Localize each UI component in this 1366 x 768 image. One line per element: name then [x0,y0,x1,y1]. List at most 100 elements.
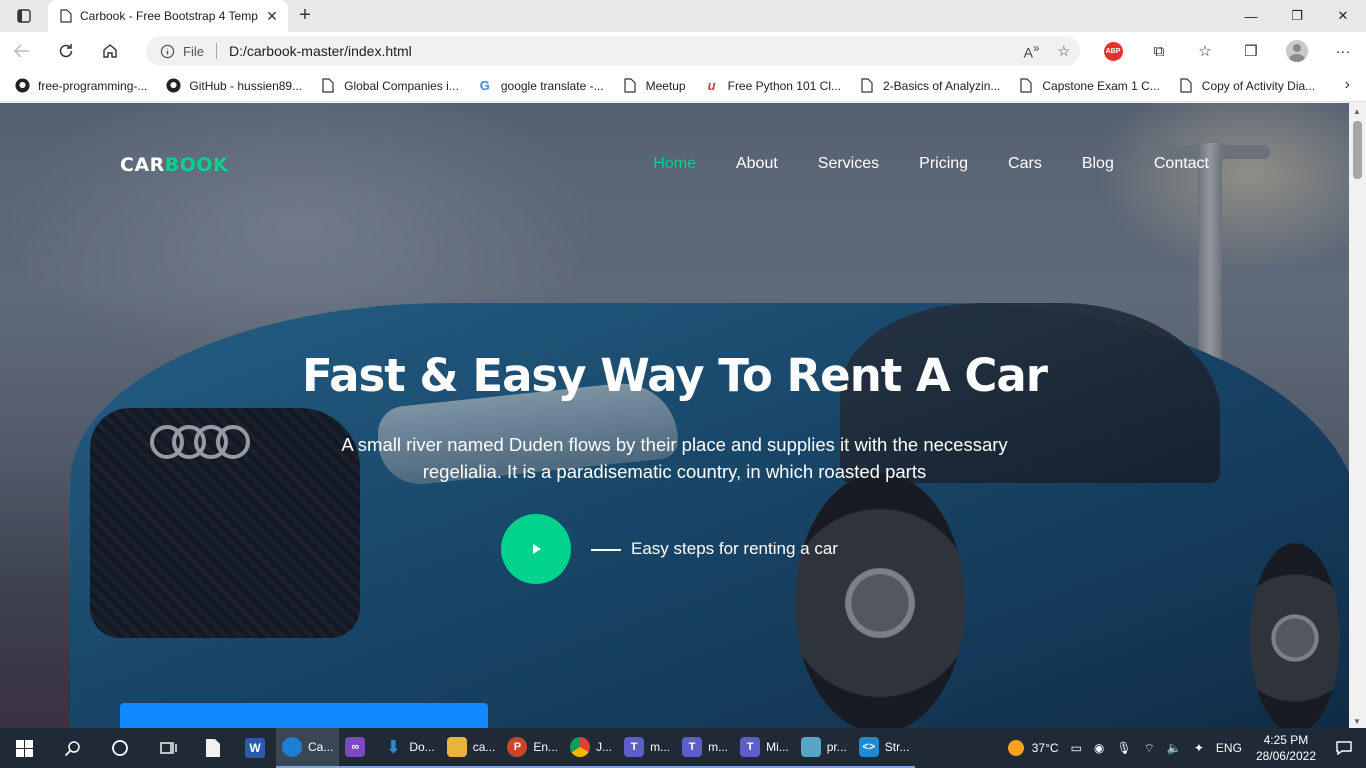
read-aloud-icon[interactable]: A» [1024,42,1040,61]
bookmark-item[interactable]: Global Companies i... [320,78,459,94]
scroll-up-arrow-icon[interactable]: ▲ [1353,107,1361,116]
address-bar[interactable]: File D:/carbook-master/index.html A» ☆ [146,36,1080,66]
add-favorite-icon[interactable]: ☆ [1057,43,1070,60]
steps-label[interactable]: Easy steps for renting a car [631,539,838,559]
bookmark-item[interactable]: GitHub - hussien89... [165,78,302,94]
chrome-tray-icon[interactable]: ◉ [1094,741,1104,755]
system-tray: 37°C ▭ ◉ 🎙 ⌔ 🔈 ✦ ENG 4:25 PM 28/06/2022 [1002,728,1366,768]
taskbar-app-visual-studio[interactable]: ∞ [339,728,378,768]
more-icon: ··· [1335,42,1351,60]
extensions-button[interactable]: ⧉ [1136,32,1182,70]
taskbar-app-label: J... [596,740,613,754]
minimize-button[interactable]: — [1228,0,1274,32]
close-window-button[interactable]: ✕ [1320,0,1366,32]
taskbar-app-label: m... [708,740,729,754]
adblock-button[interactable]: ABP [1090,32,1136,70]
steps-divider [591,549,621,551]
microphone-icon[interactable]: 🎙 [1116,741,1131,755]
taskbar-app-explorer[interactable]: ca... [440,728,502,768]
site-logo[interactable]: CARBOOK [120,154,228,176]
browser-toolbar: File D:/carbook-master/index.html A» ☆ A… [0,32,1366,70]
notepad-icon [800,737,821,757]
search-icon [64,740,80,756]
wifi-icon[interactable]: ⌔ [1144,741,1155,756]
start-button[interactable] [0,728,48,768]
taskbar-app-teams-2[interactable]: T m... [676,728,735,768]
tab-close-button[interactable]: ✕ [264,8,280,25]
taskbar-app-label: m... [650,740,671,754]
network-status-icon[interactable]: ✦ [1194,741,1204,755]
bookmark-item[interactable]: Capstone Exam 1 C... [1018,78,1160,94]
back-button[interactable] [0,32,44,70]
menu-item-blog[interactable]: Blog [1082,155,1114,173]
site-header: CARBOOK Home About Services Pricing Cars… [0,103,1349,227]
back-arrow-icon [14,44,29,58]
weather-widget[interactable]: 37°C [1007,740,1059,756]
word-icon: W [245,738,265,758]
taskbar-app-teams-1[interactable]: T m... [618,728,677,768]
taskbar-app-label: Mi... [766,740,789,754]
logo-part-car: CAR [120,154,165,176]
main-menu: Home About Services Pricing Cars Blog Co… [613,155,1209,173]
settings-menu-button[interactable]: ··· [1320,32,1366,70]
url-text[interactable]: D:/carbook-master/index.html [229,43,412,59]
taskbar-app-powerpoint[interactable]: P En... [501,728,565,768]
play-video-button[interactable] [501,514,571,584]
bookmark-item[interactable]: Meetup [622,78,686,94]
tab-strip: Carbook - Free Bootstrap 4 Temp ✕ + — ❐ … [0,0,1366,32]
menu-item-about[interactable]: About [736,155,778,173]
teams-icon: T [624,737,645,757]
refresh-button[interactable] [44,32,88,70]
collections-button[interactable]: ❒ [1228,32,1274,70]
clock-time: 4:25 PM [1263,733,1309,747]
search-button[interactable] [48,728,96,768]
chevron-right-icon[interactable]: › [1345,76,1350,94]
menu-item-services[interactable]: Services [818,155,879,173]
browser-tab[interactable]: Carbook - Free Bootstrap 4 Temp ✕ [48,0,288,32]
scroll-thumb[interactable] [1353,121,1362,179]
bookmark-item[interactable]: free-programming-... [14,78,147,94]
task-view-button[interactable] [144,728,192,768]
document-icon [206,739,220,757]
site-info-button[interactable]: File [160,44,204,59]
profile-button[interactable] [1274,32,1320,70]
adblock-icon: ABP [1103,41,1123,61]
new-tab-button[interactable]: + [292,4,318,28]
bookmark-item[interactable]: 2-Basics of Analyzin... [859,78,1000,94]
maximize-button[interactable]: ❐ [1274,0,1320,32]
page-scrollbar[interactable]: ▲ ▼ [1349,103,1366,728]
menu-item-pricing[interactable]: Pricing [919,155,968,173]
taskbar-app-label: pr... [826,740,847,754]
taskbar-app-chrome[interactable]: J... [564,728,619,768]
notifications-icon[interactable] [1336,741,1352,755]
favorites-button[interactable]: ☆ [1182,32,1228,70]
word-button[interactable]: W [234,728,276,768]
taskbar-app-edge[interactable]: Ca... [276,728,340,768]
info-icon [160,44,175,58]
tab-actions-button[interactable] [0,0,48,32]
chrome-icon [570,737,591,757]
battery-icon[interactable]: ▭ [1071,741,1082,755]
taskbar-app-teams-3[interactable]: T Mi... [734,728,795,768]
menu-item-cars[interactable]: Cars [1008,155,1042,173]
taskbar-app-vscode[interactable]: <> Str... [852,728,916,768]
home-button[interactable] [88,32,132,70]
pinned-file-button[interactable] [192,728,234,768]
menu-item-contact[interactable]: Contact [1154,155,1209,173]
bookmark-label: google translate -... [500,78,604,93]
task-view-icon [160,742,177,754]
taskbar-app-downloads[interactable]: ⬇ Do... [377,728,441,768]
bookmark-item[interactable]: Copy of Activity Dia... [1178,78,1315,94]
menu-item-home[interactable]: Home [653,155,696,173]
tab-actions-icon [17,9,31,23]
edge-icon [282,737,302,757]
volume-icon[interactable]: 🔈 [1167,741,1182,755]
clock[interactable]: 4:25 PM 28/06/2022 [1256,732,1316,764]
cortana-button[interactable] [96,728,144,768]
language-indicator[interactable]: ENG [1216,741,1242,755]
github-icon [165,78,181,94]
bookmark-item[interactable]: G google translate -... [477,78,604,94]
taskbar-app-notepad[interactable]: pr... [794,728,853,768]
scroll-down-arrow-icon[interactable]: ▼ [1353,717,1361,726]
bookmark-item[interactable]: u Free Python 101 Cl... [704,78,841,94]
